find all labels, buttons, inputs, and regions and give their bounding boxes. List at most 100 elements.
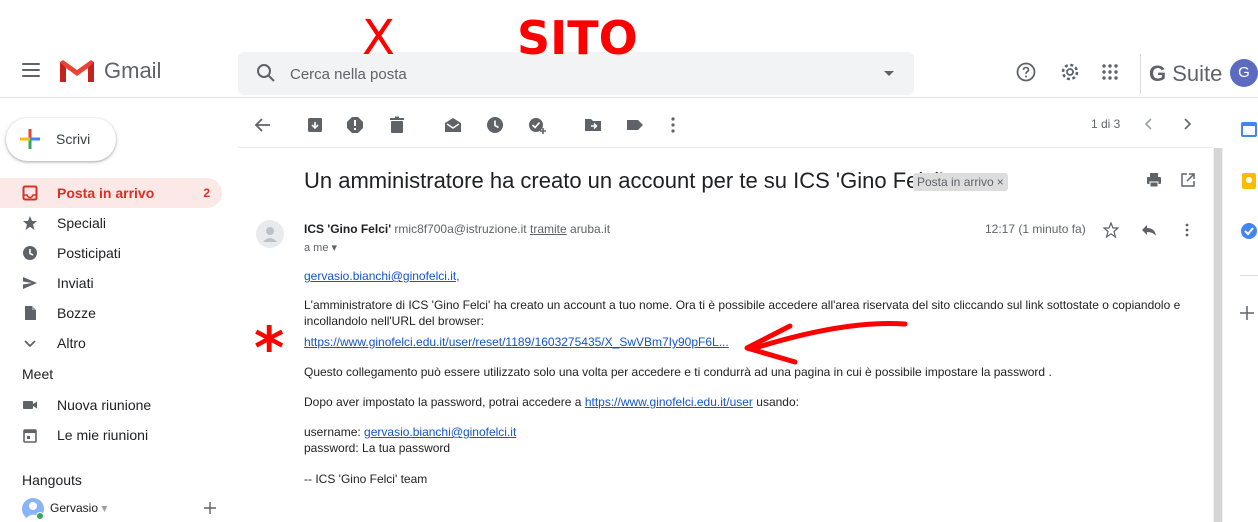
compose-plus-icon [20, 129, 40, 149]
chevron-down-icon [24, 340, 36, 348]
previous-chevron-icon[interactable] [1142, 117, 1156, 131]
label-tag-icon[interactable] [626, 116, 644, 134]
sidebar-item-more[interactable]: Altro [0, 328, 222, 358]
email-signature: -- ICS 'Gino Felci' team [304, 472, 428, 486]
via-domain: aruba.it [570, 222, 611, 236]
hangouts-section-title: Hangouts [22, 472, 82, 488]
recipient-line[interactable]: a me ▾ [304, 241, 337, 254]
search-options-icon[interactable] [884, 71, 894, 76]
user-login-link[interactable]: https://www.ginofelci.edu.it/user [585, 395, 753, 409]
star-outline-icon[interactable] [1103, 222, 1119, 238]
account-avatar[interactable]: G [1230, 59, 1258, 87]
hangouts-user[interactable]: Gervasio ▾ [22, 498, 222, 520]
pagination-label: 1 di 3 [1091, 117, 1121, 131]
message-toolbar: 1 di 3 [238, 98, 1213, 148]
open-in-new-window-icon[interactable] [1180, 172, 1196, 188]
remove-label-icon[interactable]: × [997, 175, 1004, 189]
top-bar: Gmail G Suite G [0, 0, 1258, 98]
sidebar-item-label: Posticipati [57, 245, 121, 261]
hangouts-user-name: Gervasio ▾ [50, 501, 108, 515]
svg-text:*: * [254, 322, 284, 370]
sender-line: ICS 'Gino Felci' rmic8f700a@istruzione.i… [304, 222, 610, 236]
sender-name[interactable]: ICS 'Gino Felci' [304, 222, 391, 236]
message-timestamp: 12:17 (1 minuto fa) [985, 222, 1086, 236]
recipient-details-caret-icon: ▾ [331, 242, 338, 254]
calendar-icon [23, 429, 37, 443]
product-name: Gmail [104, 58, 162, 83]
reply-icon[interactable] [1141, 222, 1157, 238]
sidebar-item-inbox[interactable]: Posta in arrivo 2 [0, 178, 222, 208]
videocam-icon [23, 401, 37, 409]
sidebar-item-label: Nuova riunione [57, 397, 152, 413]
gmail-logo-icon[interactable] [58, 58, 96, 84]
unread-count-badge: 2 [203, 186, 210, 200]
report-spam-icon[interactable] [346, 116, 364, 134]
add-to-tasks-icon[interactable] [528, 116, 546, 134]
password-line: password: La tua password [304, 441, 451, 455]
left-sidebar: Scrivi Posta in arrivo 2 Speciali Postic… [0, 98, 238, 522]
online-status-dot [36, 512, 44, 520]
inbox-icon [22, 185, 38, 201]
via-link[interactable]: tramite [530, 222, 567, 236]
sidebar-item-snoozed[interactable]: Posticipati [0, 238, 222, 268]
reset-link-row: https://www.ginofelci.edu.it/user/reset/… [304, 334, 1209, 350]
tasks-app-icon[interactable] [1240, 222, 1258, 240]
compose-button[interactable]: Scrivi [6, 118, 116, 161]
sidebar-item-drafts[interactable]: Bozze [0, 298, 222, 328]
sidebar-item-sent[interactable]: Inviati [0, 268, 222, 298]
search-icon[interactable] [256, 63, 276, 83]
search-input[interactable] [290, 63, 850, 85]
apps-grid-icon[interactable] [1100, 62, 1120, 82]
sender-avatar [256, 220, 284, 248]
back-arrow-icon[interactable] [254, 116, 272, 134]
search-bar[interactable] [238, 52, 914, 95]
archive-icon[interactable] [306, 116, 324, 134]
help-icon[interactable] [1016, 62, 1036, 82]
username-link[interactable]: gervasio.bianchi@ginofelci.it [364, 425, 516, 439]
sidebar-item-label: Le mie riunioni [57, 427, 149, 443]
email-paragraph-3: Dopo aver impostato la password, potrai … [304, 395, 799, 409]
sidebar-item-my-meetings[interactable]: Le mie riunioni [0, 420, 222, 450]
email-paragraph-2: Questo collegamento può essere utilizzat… [304, 365, 1052, 379]
gsuite-brand: G Suite G [1140, 54, 1258, 94]
sidebar-item-starred[interactable]: Speciali [0, 208, 222, 238]
clock-icon [23, 246, 37, 260]
handwritten-asterisk-annotation: * [254, 322, 284, 370]
password-reset-link[interactable]: https://www.ginofelci.edu.it/user/reset/… [304, 335, 729, 349]
next-chevron-icon[interactable] [1180, 117, 1194, 131]
print-icon[interactable] [1146, 172, 1162, 188]
scrollbar-thumb[interactable] [1214, 148, 1222, 522]
snooze-clock-icon[interactable] [486, 116, 504, 134]
sender-email: rmic8f700a@istruzione.it [394, 222, 527, 236]
email-paragraph-1: L'amministratore di ICS 'Gino Felci' ha … [304, 298, 1181, 328]
email-greeting: gervasio.bianchi@ginofelci.it, [304, 268, 1209, 284]
draft-icon [25, 306, 36, 320]
compose-label: Scrivi [56, 131, 91, 147]
sidebar-item-new-meeting[interactable]: Nuova riunione [0, 390, 222, 420]
sidebar-item-label: Altro [57, 335, 86, 351]
username-line: username: gervasio.bianchi@ginofelci.it [304, 425, 517, 439]
gsuite-label: G Suite [1149, 61, 1223, 86]
delete-trash-icon[interactable] [388, 116, 406, 134]
mark-unread-icon[interactable] [444, 116, 462, 134]
send-icon [23, 277, 37, 289]
calendar-app-icon[interactable] [1240, 120, 1258, 138]
label-chip-text: Posta in arrivo [917, 175, 994, 189]
greeting-email-link[interactable]: gervasio.bianchi@ginofelci.it, [304, 269, 460, 283]
move-to-icon[interactable] [584, 116, 602, 134]
more-vertical-icon[interactable] [664, 116, 682, 134]
sidebar-item-label: Inviati [57, 275, 94, 291]
inbox-label-chip[interactable]: Posta in arrivo × [913, 173, 1008, 191]
star-icon [23, 216, 37, 230]
keep-app-icon[interactable] [1240, 172, 1258, 190]
email-subject: Un amministratore ha creato un account p… [304, 168, 944, 193]
get-addons-plus-icon[interactable] [1240, 306, 1254, 320]
add-contact-icon[interactable] [204, 502, 216, 514]
main-menu-icon[interactable] [22, 63, 40, 77]
more-options-icon[interactable] [1180, 222, 1194, 238]
sidebar-item-label: Speciali [57, 215, 107, 231]
sidebar-item-label: Posta in arrivo [57, 185, 155, 201]
side-panel-divider [1240, 275, 1258, 276]
settings-gear-icon[interactable] [1060, 62, 1080, 82]
sidebar-item-label: Bozze [57, 305, 96, 321]
